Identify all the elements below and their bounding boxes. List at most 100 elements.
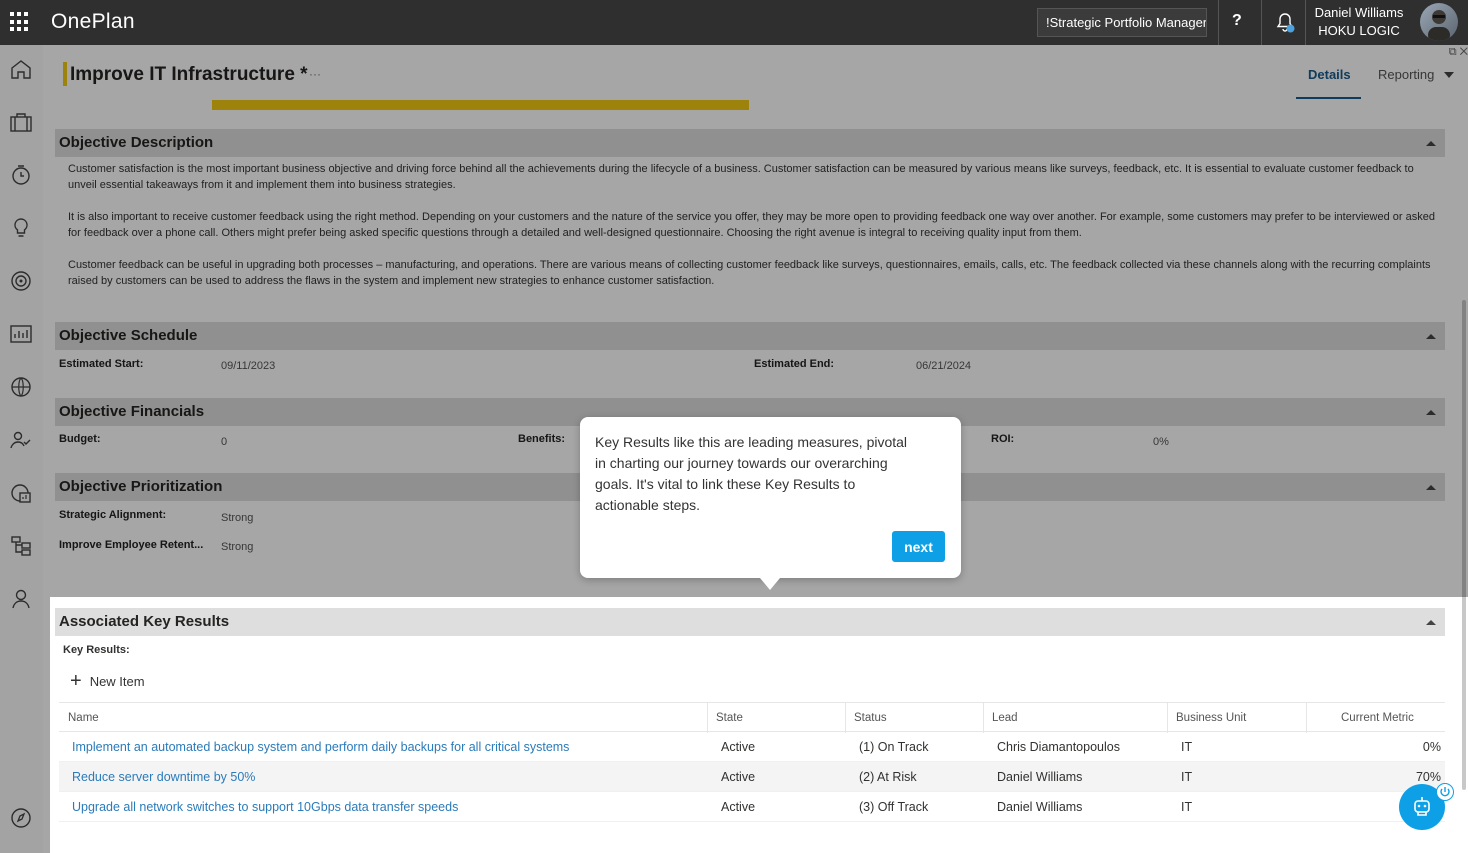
column-divider[interactable] — [1306, 703, 1307, 733]
person-icon[interactable] — [9, 587, 33, 611]
chevron-up-icon[interactable] — [1426, 141, 1436, 146]
progress-highlight — [212, 100, 749, 110]
start-value[interactable]: 09/11/2023 — [221, 360, 275, 372]
app-launcher-icon[interactable] — [10, 12, 30, 32]
column-divider[interactable] — [707, 703, 708, 733]
alignment-value[interactable]: Strong — [221, 512, 253, 524]
column-header-name[interactable]: Name — [68, 703, 99, 733]
state-cell: Active — [721, 770, 756, 784]
column-divider[interactable] — [983, 703, 984, 733]
column-divider[interactable] — [1167, 703, 1168, 733]
divider — [1261, 0, 1262, 45]
metric-cell: 0% — [1422, 740, 1441, 754]
chevron-up-icon[interactable] — [1426, 334, 1436, 339]
table-row[interactable]: Implement an automated backup system and… — [59, 732, 1445, 762]
top-bar: OnePlan !Strategic Portfolio Manager ? D… — [0, 0, 1468, 45]
description-paragraph: Customer feedback can be useful in upgra… — [68, 259, 1431, 287]
user-name: Daniel Williams — [1314, 5, 1404, 20]
page-title: Improve IT Infrastructure * — [70, 64, 308, 85]
org-name: HOKU LOGIC — [1318, 23, 1400, 38]
divider — [1305, 0, 1306, 45]
help-button[interactable]: ? — [1232, 12, 1242, 30]
left-navigation — [0, 45, 43, 853]
chart-icon[interactable] — [9, 322, 33, 346]
more-options-icon[interactable]: ··· — [309, 67, 321, 81]
section-header-description[interactable]: Objective Description — [55, 129, 1445, 157]
record-header: Improve IT Infrastructure * ··· ⧉ ✕ Deta… — [43, 45, 1468, 100]
state-cell: Active — [721, 800, 756, 814]
section-title: Associated Key Results — [59, 613, 230, 630]
people-icon[interactable] — [9, 428, 33, 452]
power-icon[interactable] — [1436, 783, 1454, 801]
end-value[interactable]: 06/21/2024 — [916, 360, 971, 372]
chevron-up-icon[interactable] — [1426, 485, 1436, 490]
retention-value[interactable]: Strong — [221, 541, 253, 553]
retention-label: Improve Employee Retent... — [59, 539, 204, 551]
section-title: Objective Description — [59, 134, 214, 151]
column-header-lead[interactable]: Lead — [992, 703, 1018, 733]
section-title: Objective Schedule — [59, 327, 198, 344]
compass-icon[interactable] — [9, 806, 33, 830]
lead-cell: Chris Diamantopoulos — [997, 740, 1120, 754]
target-icon[interactable] — [9, 269, 33, 293]
column-header-current-metric[interactable]: Current Metric — [1341, 703, 1414, 733]
end-label: Estimated End: — [754, 358, 835, 370]
section-title: Objective Financials — [59, 403, 205, 420]
table-row[interactable]: Reduce server downtime by 50% Active (2)… — [59, 762, 1445, 792]
divider — [1218, 0, 1219, 45]
tab-reporting[interactable]: Reporting — [1378, 67, 1434, 82]
new-item-label: New Item — [89, 673, 145, 689]
table-row[interactable]: Upgrade all network switches to support … — [59, 792, 1445, 822]
hierarchy-icon[interactable] — [9, 534, 33, 558]
vertical-scrollbar[interactable] — [1462, 300, 1466, 790]
role-selector[interactable]: !Strategic Portfolio Manager — [1037, 8, 1207, 37]
home-icon[interactable] — [9, 57, 33, 81]
roi-value[interactable]: 0% — [1153, 436, 1169, 448]
key-result-link[interactable]: Reduce server downtime by 50% — [72, 762, 255, 792]
next-button[interactable]: next — [892, 531, 945, 562]
window-controls[interactable]: ⧉ ✕ — [1449, 46, 1468, 59]
column-divider[interactable] — [845, 703, 846, 733]
chevron-up-icon[interactable] — [1426, 410, 1436, 415]
new-item-button[interactable]: + New Item — [70, 670, 145, 692]
benefits-label: Benefits: — [518, 433, 566, 445]
section-header-schedule[interactable]: Objective Schedule — [55, 322, 1445, 350]
lead-cell: Daniel Williams — [997, 800, 1083, 814]
onboarding-tooltip: Key Results like this are leading measur… — [580, 417, 961, 590]
chevron-up-icon[interactable] — [1426, 620, 1436, 625]
lightbulb-icon[interactable] — [9, 216, 33, 240]
tooltip-text: Key Results like this are leading measur… — [595, 434, 908, 513]
column-header-state[interactable]: State — [716, 703, 743, 733]
start-label: Estimated Start: — [59, 358, 144, 370]
section-header-key-results[interactable]: Associated Key Results — [55, 608, 1445, 636]
status-cell: (1) On Track — [859, 740, 929, 754]
roi-label: ROI: — [991, 433, 1015, 445]
chevron-down-icon[interactable] — [1444, 72, 1454, 78]
tab-details[interactable]: Details — [1308, 67, 1351, 82]
report-icon[interactable] — [9, 481, 33, 505]
plus-icon: + — [70, 670, 82, 692]
avatar[interactable] — [1420, 3, 1458, 41]
title-accent — [63, 62, 67, 86]
unit-cell: IT — [1181, 740, 1193, 754]
column-header-business-unit[interactable]: Business Unit — [1176, 703, 1246, 733]
active-tab-indicator — [1296, 97, 1361, 99]
key-results-table: Name State Status Lead Business Unit Cur… — [59, 702, 1445, 822]
key-result-link[interactable]: Implement an automated backup system and… — [72, 732, 569, 762]
unit-cell: IT — [1181, 800, 1193, 814]
user-info[interactable]: Daniel Williams HOKU LOGIC — [1312, 4, 1406, 40]
key-result-link[interactable]: Upgrade all network switches to support … — [72, 792, 458, 822]
timer-icon[interactable] — [9, 163, 33, 187]
unit-cell: IT — [1181, 770, 1193, 784]
globe-icon[interactable] — [9, 375, 33, 399]
budget-value[interactable]: 0 — [221, 436, 227, 448]
column-header-status[interactable]: Status — [854, 703, 887, 733]
notification-bell-icon[interactable] — [1273, 11, 1297, 35]
state-cell: Active — [721, 740, 756, 754]
table-header: Name State Status Lead Business Unit Cur… — [59, 702, 1445, 733]
status-cell: (3) Off Track — [859, 800, 929, 814]
briefcase-icon[interactable] — [9, 110, 33, 134]
description-paragraph: It is also important to receive customer… — [68, 211, 1435, 239]
section-title: Objective Prioritization — [59, 478, 223, 495]
description-paragraph: Customer satisfaction is the most import… — [68, 163, 1414, 191]
